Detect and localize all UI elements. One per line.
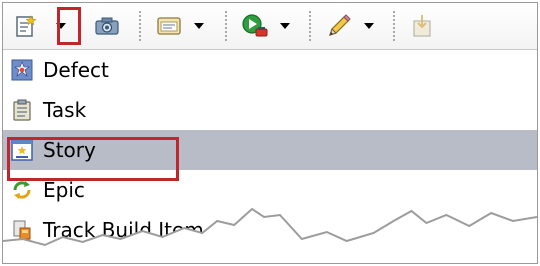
new-document-icon [16, 15, 37, 37]
import-button[interactable] [407, 12, 437, 40]
highlight-box-dropdown [57, 7, 81, 45]
window-icon [157, 17, 181, 35]
toolbar [3, 3, 537, 50]
toolbar-separator [225, 11, 227, 41]
chevron-down-icon [364, 23, 374, 29]
pencil-icon [329, 14, 351, 36]
toolbar-separator [309, 11, 311, 41]
menu-item-task[interactable]: Task [3, 90, 537, 130]
menu-item-defect[interactable]: Defect [3, 50, 537, 90]
screenshot-frame: Defect Task Story Epic Track Build Item [2, 2, 538, 264]
run-button[interactable] [239, 12, 271, 40]
torn-paper-edge [3, 207, 537, 263]
chevron-down-icon [194, 23, 204, 29]
edit-dropdown[interactable] [361, 12, 377, 40]
toolbar-separator [393, 11, 395, 41]
task-icon [13, 99, 31, 121]
toolbar-separator [139, 11, 141, 41]
menu-item-label: Task [43, 98, 87, 122]
camera-icon [95, 17, 119, 35]
run-dropdown[interactable] [277, 12, 293, 40]
snapshot-button[interactable] [91, 12, 123, 40]
new-work-item-button[interactable] [11, 12, 41, 40]
highlight-box-story [7, 137, 179, 181]
view-button[interactable] [153, 12, 185, 40]
import-icon [413, 15, 431, 37]
edit-button[interactable] [323, 12, 355, 40]
defect-icon [11, 59, 33, 81]
chevron-down-icon [280, 23, 290, 29]
view-dropdown[interactable] [191, 12, 207, 40]
menu-item-label: Defect [43, 58, 109, 82]
play-icon [242, 14, 268, 37]
